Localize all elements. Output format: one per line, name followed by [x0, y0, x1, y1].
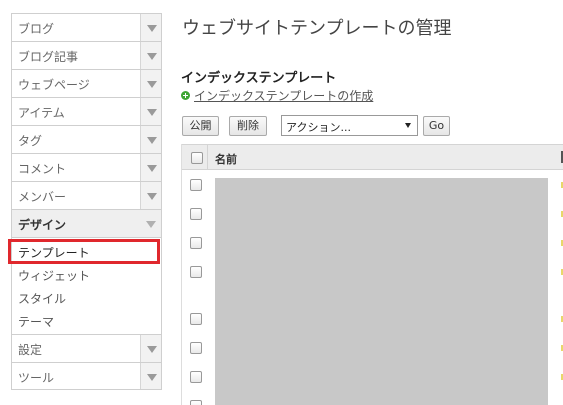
row-checkbox[interactable]: [190, 313, 202, 325]
page-title: ウェブサイトテンプレートの管理: [182, 18, 452, 39]
submenu-item-styles[interactable]: スタイル: [12, 286, 161, 309]
sidebar-item-comments[interactable]: コメント: [11, 153, 162, 181]
chevron-down-icon[interactable]: [140, 210, 161, 237]
redacted-template-names: [215, 178, 548, 405]
chevron-down-icon[interactable]: [140, 363, 161, 389]
design-submenu: テンプレート ウィジェット スタイル テーマ: [8, 237, 162, 334]
chevron-down-icon[interactable]: [140, 98, 161, 125]
chevron-down-icon[interactable]: [140, 70, 161, 97]
chevron-down-icon[interactable]: [140, 42, 161, 69]
select-all-checkbox[interactable]: [191, 152, 203, 164]
sidebar-item-label: メンバー: [18, 190, 67, 204]
table-header: 名前: [182, 144, 563, 170]
sidebar-item-blog[interactable]: ブログ: [11, 13, 162, 41]
sidebar-item-label: デザイン: [18, 218, 67, 232]
sidebar-item-label: タグ: [18, 134, 43, 148]
sidebar-item-tags[interactable]: タグ: [11, 125, 162, 153]
sidebar-item-entries[interactable]: ブログ記事: [11, 41, 162, 69]
publish-button[interactable]: 公開: [182, 116, 219, 136]
sidebar-item-label: ツール: [18, 371, 55, 385]
row-checkbox[interactable]: [190, 400, 202, 405]
caret-down-icon: [405, 123, 411, 128]
sidebar-item-tools[interactable]: ツール: [11, 362, 162, 390]
chevron-down-icon[interactable]: [140, 335, 161, 362]
action-select[interactable]: アクション...: [281, 115, 418, 136]
sidebar-item-label: アイテム: [18, 106, 65, 120]
add-icon: [181, 91, 190, 100]
sidebar-item-label: ウェブページ: [18, 78, 90, 92]
row-checkbox[interactable]: [190, 179, 202, 191]
sidebar-item-assets[interactable]: アイテム: [11, 97, 162, 125]
sidebar-item-label: ブログ: [18, 22, 55, 36]
chevron-down-icon[interactable]: [140, 154, 161, 181]
chevron-down-icon[interactable]: [140, 182, 161, 209]
sidebar-nav: ブログ ブログ記事 ウェブページ アイテム タグ コメント メンバー デザイン …: [8, 13, 162, 390]
sidebar-item-settings[interactable]: 設定: [11, 334, 162, 362]
submenu-item-templates[interactable]: テンプレート: [8, 239, 160, 264]
sidebar-item-members[interactable]: メンバー: [11, 181, 162, 209]
row-checkbox[interactable]: [190, 208, 202, 220]
chevron-down-icon[interactable]: [140, 126, 161, 153]
column-divider: [207, 145, 208, 169]
sidebar-item-design[interactable]: デザイン: [11, 209, 162, 237]
sidebar-item-label: 設定: [18, 343, 43, 357]
create-index-template-link[interactable]: インデックステンプレートの作成: [181, 87, 373, 104]
sidebar-item-label: ブログ記事: [18, 50, 79, 64]
sidebar-item-webpages[interactable]: ウェブページ: [11, 69, 162, 97]
action-select-value: アクション...: [286, 121, 351, 134]
row-checkbox[interactable]: [190, 342, 202, 354]
create-link-label: インデックステンプレートの作成: [194, 89, 374, 103]
go-button[interactable]: Go: [423, 116, 450, 136]
submenu-item-widgets[interactable]: ウィジェット: [12, 263, 161, 286]
section-title: インデックステンプレート: [181, 71, 337, 86]
delete-button[interactable]: 削除: [229, 116, 267, 136]
column-header-name[interactable]: 名前: [215, 151, 237, 167]
chevron-down-icon[interactable]: [140, 14, 161, 41]
submenu-item-themes[interactable]: テーマ: [12, 309, 161, 332]
row-checkbox[interactable]: [190, 237, 202, 249]
sidebar-item-label: コメント: [18, 162, 67, 176]
row-checkbox[interactable]: [190, 371, 202, 383]
row-checkbox[interactable]: [190, 266, 202, 278]
